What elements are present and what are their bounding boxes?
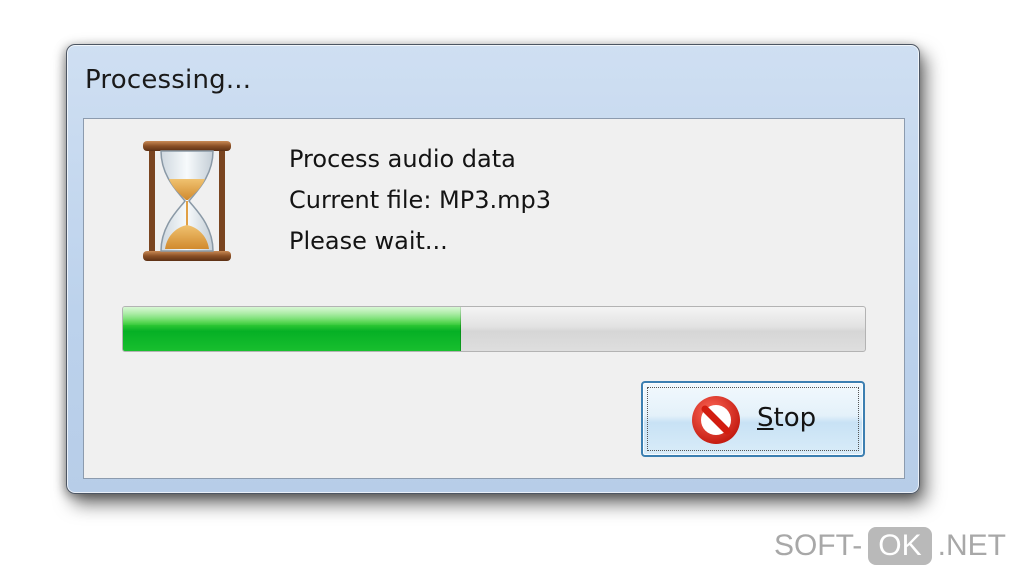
progress-bar-fill xyxy=(123,307,461,351)
stop-button-label: Stop xyxy=(757,403,817,433)
hourglass-icon xyxy=(143,141,231,261)
focus-rectangle xyxy=(647,387,859,451)
message-please-wait: Please wait... xyxy=(289,227,448,255)
screen: Processing... Process audio data Current… xyxy=(0,0,1020,573)
dialog-title: Processing... xyxy=(85,65,252,95)
processing-dialog: Processing... Process audio data Current… xyxy=(66,44,920,494)
watermark: SOFT- OK .NET xyxy=(774,527,1006,565)
dialog-content: Process audio data Current file: MP3.mp3… xyxy=(83,118,905,479)
stop-sign-icon xyxy=(692,396,740,444)
message-task: Process audio data xyxy=(289,145,516,173)
accelerator-key: S xyxy=(757,403,774,433)
progress-bar xyxy=(122,306,866,352)
message-current-file: Current file: MP3.mp3 xyxy=(289,186,551,214)
stop-button[interactable]: Stop xyxy=(641,381,865,457)
